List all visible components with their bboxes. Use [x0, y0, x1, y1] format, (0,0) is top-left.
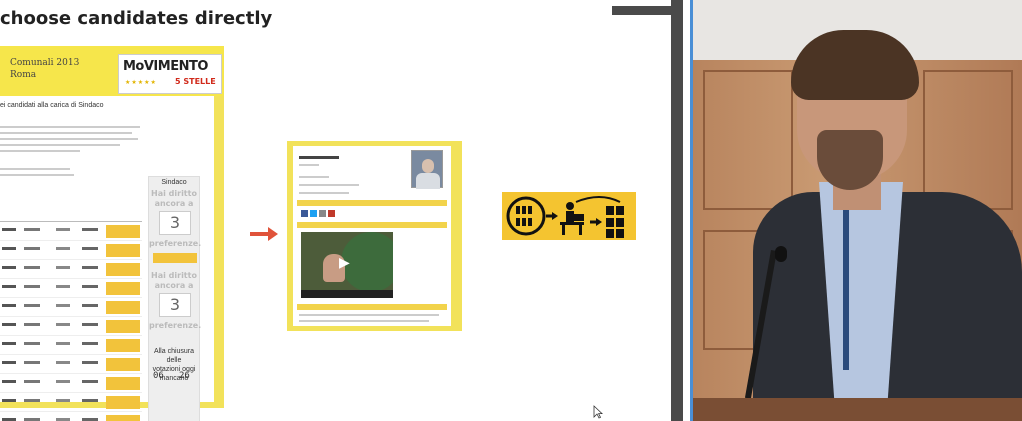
lanyard — [843, 210, 849, 370]
table-row — [0, 412, 142, 421]
paragraph-line — [299, 320, 429, 322]
confirm-button[interactable] — [153, 253, 197, 263]
candidates-table — [0, 214, 142, 421]
candidate-profile-screenshot: ▶ — [287, 141, 462, 331]
slide-frame-right — [671, 0, 683, 421]
section-heading: ei candidati alla carica di Sindaco — [0, 102, 104, 109]
facebook-icon[interactable] — [301, 210, 308, 217]
speaker-video — [693, 0, 1022, 421]
vote-button[interactable] — [106, 339, 140, 352]
table-row — [0, 298, 142, 317]
table-header — [0, 214, 142, 222]
section-bar — [297, 222, 447, 228]
preferenze-text: preferenze. — [149, 321, 202, 330]
candidate-list-screenshot: Comunali 2013 Roma MoVIMENTO ★★★★★ 5 STE… — [0, 46, 224, 421]
table-row — [0, 279, 142, 298]
paragraph-line — [0, 138, 138, 140]
logo-cinque-stelle: 5 STELLE — [175, 77, 216, 86]
logo-movimento: MoVIMENTO — [123, 59, 208, 74]
preferences-count: 3 — [159, 211, 191, 235]
candidate-video-player[interactable]: ▶ — [301, 232, 393, 298]
paragraph-line — [0, 126, 140, 128]
vote-button[interactable] — [106, 282, 140, 295]
vote-button[interactable] — [106, 396, 140, 409]
paragraph-line — [299, 192, 349, 194]
vote-button[interactable] — [106, 244, 140, 257]
mail-icon[interactable] — [328, 210, 335, 217]
speaker-hair — [791, 30, 919, 100]
paragraph-line — [0, 144, 120, 146]
candidate-name — [299, 156, 339, 159]
vote-button[interactable] — [106, 358, 140, 371]
preferenze-text: preferenze. — [149, 239, 202, 248]
section-bar — [297, 304, 447, 310]
webpage-body: ei candidati alla carica di Sindaco Sind… — [0, 96, 214, 421]
table-row — [0, 336, 142, 355]
paragraph-line — [0, 168, 70, 170]
paragraph-line — [0, 150, 80, 152]
sidebar-label: Sindaco — [161, 179, 187, 186]
presentation-slide: choose candidates directly Comunali 2013… — [0, 0, 636, 421]
vote-button[interactable] — [106, 320, 140, 333]
preferences-sidebar: Sindaco Hai diritto ancora a 3 preferenz… — [148, 176, 202, 421]
profile-content: ▶ — [293, 146, 451, 326]
hai-diritto-text: Hai diritto ancora a — [151, 189, 197, 208]
arrow-right-icon — [250, 227, 278, 241]
mouse-cursor-icon — [593, 405, 603, 419]
vote-button[interactable] — [106, 377, 140, 390]
vote-button[interactable] — [106, 263, 140, 276]
vote-button[interactable] — [106, 415, 140, 421]
header-line-1: Comunali 2013 — [10, 58, 80, 68]
table-row — [0, 222, 142, 241]
preferences-count: 3 — [159, 293, 191, 317]
voting-process-icon — [502, 192, 636, 240]
countdown-hours: 06 — [153, 371, 164, 381]
table-row — [0, 374, 142, 393]
paragraph-line — [299, 314, 439, 316]
video-controls[interactable] — [301, 290, 393, 298]
paragraph-line — [0, 174, 74, 176]
table-row — [0, 317, 142, 336]
table-row — [0, 241, 142, 260]
paragraph-line — [299, 176, 329, 178]
paragraph-line — [299, 184, 359, 186]
table-row — [0, 260, 142, 279]
vote-button[interactable] — [106, 225, 140, 238]
table-row — [0, 393, 142, 412]
paragraph-line — [0, 132, 132, 134]
home-icon[interactable] — [319, 210, 326, 217]
header-line-2: Roma — [10, 70, 37, 80]
countdown-minutes: 26 — [179, 371, 190, 381]
webpage-header: Comunali 2013 Roma MoVIMENTO ★★★★★ 5 STE… — [0, 46, 224, 96]
paragraph-line — [299, 164, 319, 166]
lectern — [693, 398, 1022, 421]
table-row — [0, 355, 142, 374]
play-icon[interactable]: ▶ — [339, 254, 350, 271]
candidate-photo — [411, 150, 443, 189]
microphone-icon — [775, 246, 787, 262]
m5s-logo: MoVIMENTO ★★★★★ 5 STELLE — [118, 54, 222, 94]
hai-diritto-text: Hai diritto ancora a — [151, 271, 197, 290]
section-bar — [297, 200, 447, 206]
stars-icon: ★★★★★ — [125, 80, 157, 86]
twitter-icon[interactable] — [310, 210, 317, 217]
vote-button[interactable] — [106, 301, 140, 314]
slide-title: choose candidates directly — [0, 8, 273, 29]
